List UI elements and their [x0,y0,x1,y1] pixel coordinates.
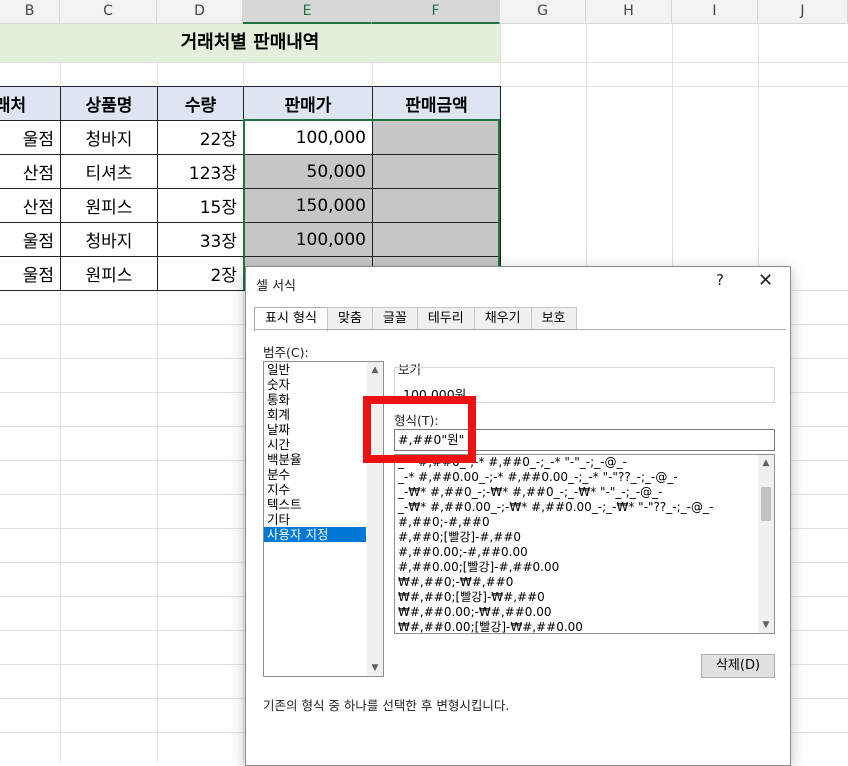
sales-table: 래처 상품명 수량 판매가 판매금액 울점 청바지 22장 100,000 산점… [0,86,501,291]
table-cell[interactable]: 산점 [0,154,61,189]
format-scrollbar[interactable]: ▲ ▼ [758,455,774,633]
table-header-cell[interactable]: 상품명 [60,86,158,121]
format-cells-dialog: 셀 서식 ? ✕ 표시 형식 맞춤 글꼴 테두리 채우기 보호 범주(C): 일… [245,266,791,766]
scroll-down-icon[interactable]: ▼ [367,660,383,676]
scroll-up-icon[interactable]: ▲ [758,455,774,471]
table-cell[interactable]: 산점 [0,188,61,223]
list-item[interactable]: 통화 [264,392,383,407]
table-cell[interactable]: 15장 [157,188,244,223]
delete-button[interactable]: 삭제(D) [701,654,775,678]
column-header-f[interactable]: F [372,0,500,24]
list-item[interactable]: ₩#,##0;[빨강]-₩#,##0 [395,590,774,605]
dialog-tabs: 표시 형식 맞춤 글꼴 테두리 채우기 보호 [254,307,577,331]
format-label: 형식(T): [394,413,439,428]
list-item[interactable]: #,##0;[빨강]-#,##0 [395,530,774,545]
help-button[interactable]: ? [716,271,724,289]
column-header-d[interactable]: D [157,0,243,24]
column-header-e[interactable]: E [243,0,372,24]
category-list[interactable]: 일반 숫자 통화 회계 날짜 시간 백분율 분수 지수 텍스트 기타 사용자 지… [263,361,384,677]
list-item[interactable]: 일반 [264,362,383,377]
scroll-thumb[interactable] [761,487,771,521]
table-header-cell[interactable]: 판매금액 [372,86,501,121]
sheet-title[interactable]: 거래처별 판매내역 [0,24,500,62]
list-item[interactable]: 회계 [264,407,383,422]
table-cell[interactable] [372,120,501,155]
table-header-row: 래처 상품명 수량 판매가 판매금액 [0,86,501,121]
table-cell[interactable]: 울점 [0,256,61,291]
tab-protection[interactable]: 보호 [530,307,577,330]
table-row: 산점 티셔츠 123장 50,000 [0,154,501,189]
table-cell[interactable]: 원피스 [60,256,158,291]
list-item[interactable]: _-₩* #,##0_-;-₩* #,##0_-;_-₩* "-"_-;_-@_… [395,485,774,500]
table-cell[interactable]: 원피스 [60,188,158,223]
list-item[interactable]: #,##0;-#,##0 [395,515,774,530]
tab-font[interactable]: 글꼴 [371,307,418,330]
scroll-up-icon[interactable]: ▲ [367,362,383,378]
list-item[interactable]: 기타 [264,512,383,527]
tab-border[interactable]: 테두리 [416,307,475,330]
list-item[interactable]: ₩#,##0;-₩#,##0 [395,575,774,590]
list-item-selected[interactable]: 사용자 지정 [264,527,366,542]
table-cell[interactable]: 2장 [157,256,244,291]
table-row: 울점 청바지 33장 100,000 [0,222,501,257]
list-item[interactable]: #,##0.00;[빨강]-#,##0.00 [395,560,774,575]
column-header-h[interactable]: H [586,0,672,24]
table-cell[interactable]: 33장 [157,222,244,257]
scroll-down-icon[interactable]: ▼ [758,617,774,633]
list-item[interactable]: 시간 [264,437,383,452]
table-row: 산점 원피스 15장 150,000 [0,188,501,223]
list-item[interactable]: _-* #,##0.00_-;-* #,##0.00_-;_-* "-"??_-… [395,470,774,485]
table-cell[interactable]: 울점 [0,120,61,155]
list-item[interactable]: ₩#,##0.00;-₩#,##0.00 [395,605,774,620]
table-cell[interactable]: 청바지 [60,120,158,155]
hint-text: 기존의 형식 중 하나를 선택한 후 변형시킵니다. [263,698,510,713]
list-item[interactable]: 지수 [264,482,383,497]
column-header-i[interactable]: I [672,0,758,24]
table-cell[interactable]: 티셔츠 [60,154,158,189]
table-cell[interactable]: 100,000 [243,120,373,155]
column-header-g[interactable]: G [500,0,586,24]
table-cell[interactable]: 울점 [0,222,61,257]
list-item[interactable]: #,##0.00;-#,##0.00 [395,545,774,560]
list-item[interactable]: _-* #,##0_-;-* #,##0_-;_-* "-"_-;_-@_- [395,455,774,470]
table-header-cell[interactable]: 래처 [0,86,61,121]
table-cell[interactable]: 123장 [157,154,244,189]
category-label: 범주(C): [263,345,309,360]
table-header-cell[interactable]: 수량 [157,86,244,121]
sample-value: 100,000원 [403,387,467,402]
close-icon[interactable]: ✕ [758,270,773,291]
table-cell[interactable]: 22장 [157,120,244,155]
table-cell[interactable] [372,154,501,189]
list-item[interactable]: 날짜 [264,422,383,437]
tab-fill[interactable]: 채우기 [473,307,532,330]
list-item[interactable]: ₩#,##0.00;[빨강]-₩#,##0.00 [395,620,774,633]
table-cell[interactable] [372,188,501,223]
column-header-b[interactable]: B [0,0,60,24]
column-header-j[interactable]: J [758,0,848,24]
table-cell[interactable]: 150,000 [243,188,373,223]
format-input[interactable]: #,##0"원" [394,429,775,451]
list-item[interactable]: 분수 [264,467,383,482]
table-cell[interactable]: 50,000 [243,154,373,189]
tab-number-format[interactable]: 표시 형식 [254,307,328,331]
list-item[interactable]: 숫자 [264,377,383,392]
list-item[interactable]: 백분율 [264,452,383,467]
list-item[interactable]: 텍스트 [264,497,383,512]
table-cell[interactable]: 100,000 [243,222,373,257]
column-header-c[interactable]: C [60,0,157,24]
tab-alignment[interactable]: 맞춤 [326,307,373,330]
table-cell[interactable] [372,222,501,257]
format-list[interactable]: _-* #,##0_-;-* #,##0_-;_-* "-"_-;_-@_- _… [394,454,775,634]
dialog-title: 셀 서식 [256,279,297,294]
table-header-cell[interactable]: 판매가 [243,86,373,121]
table-cell[interactable]: 청바지 [60,222,158,257]
list-item[interactable]: _-₩* #,##0.00_-;-₩* #,##0.00_-;_-₩* "-"?… [395,500,774,515]
category-scrollbar[interactable]: ▲ ▼ [367,362,383,676]
sample-box: 100,000원 [394,367,775,403]
table-row: 울점 청바지 22장 100,000 [0,120,501,155]
